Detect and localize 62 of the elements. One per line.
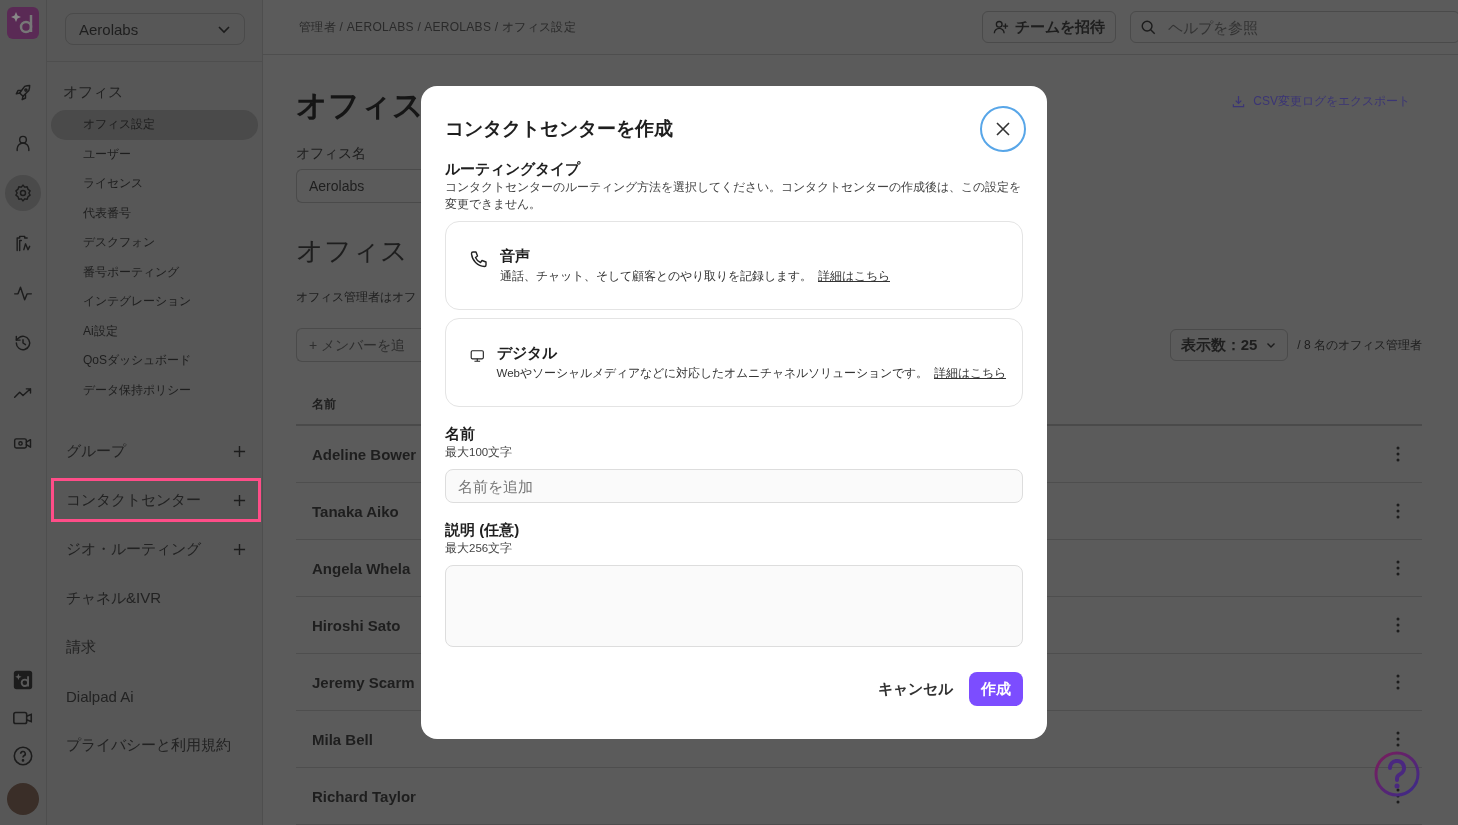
section-heading: オフィス [296, 235, 409, 268]
routing-type-label: ルーティングタイプ [445, 160, 582, 179]
app-logo-icon[interactable] [7, 7, 39, 39]
history-icon [13, 333, 33, 353]
help-icon[interactable] [12, 745, 34, 767]
more-options-icon[interactable] [1396, 503, 1400, 519]
app-logo-icon[interactable] [12, 669, 34, 691]
admin-name: Mila Bell [312, 730, 373, 748]
more-options-icon[interactable] [1396, 560, 1400, 576]
option-description: Webやソーシャルメディアなどに対応したオムニチャネルソリューションです。 [496, 366, 928, 381]
download-icon [1232, 95, 1246, 108]
option-title: デジタル [496, 344, 558, 363]
phone-icon [470, 250, 488, 268]
page-title: オフィス [296, 87, 420, 125]
gear-icon [13, 183, 33, 203]
cancel-button[interactable]: キャンセル [878, 673, 953, 705]
person-icon [13, 133, 33, 153]
more-options-icon[interactable] [1396, 788, 1400, 804]
more-options-icon[interactable] [1396, 674, 1400, 690]
invite-team-button[interactable]: チームを招待 [982, 11, 1116, 43]
name-hint: 最大100文字 [445, 445, 514, 460]
digital-routing-option[interactable]: デジタル Webやソーシャルメディアなどに対応したオムニチャネルソリューションです。 詳細はこちら [445, 318, 1023, 407]
dialog-title: コンタクトセンターを作成 [445, 117, 673, 141]
admin-name: Richard Taylor [312, 787, 416, 805]
option-title: 音声 [500, 247, 531, 266]
plus-icon[interactable] [233, 444, 246, 458]
admin-name: Angela Whela [312, 559, 411, 577]
monitor-icon [470, 347, 485, 365]
add-person-icon [993, 19, 1009, 35]
name-input-field[interactable]: 名前を追加 [445, 469, 1023, 503]
admin-name: Hiroshi Sato [312, 616, 401, 634]
close-icon [995, 121, 1011, 137]
admin-name: Tanaka Aiko [312, 502, 399, 520]
more-options-icon[interactable] [1396, 731, 1400, 747]
voice-routing-option[interactable]: 音声 通話、チャット、そして顧客とのやり取りを記録します。 詳細はこちら [445, 221, 1023, 310]
routing-type-description: コンタクトセンターのルーティング方法を選択してください。コンタクトセンターの作成後は、この設定を変更できません。 [445, 180, 1022, 212]
description-input-field[interactable] [445, 565, 1023, 647]
description-label: 説明 (任意) [445, 521, 521, 540]
more-options-icon[interactable] [1396, 617, 1400, 633]
contacts-icon [13, 233, 33, 253]
more-options-icon[interactable] [1396, 446, 1400, 462]
user-avatar[interactable] [7, 783, 39, 815]
plus-icon[interactable] [233, 493, 246, 507]
create-button[interactable]: 作成 [969, 672, 1023, 706]
admin-name: Adeline Bower [312, 445, 417, 463]
close-button[interactable] [980, 106, 1026, 152]
learn-more-link[interactable]: 詳細はこちら [934, 366, 1006, 381]
rocket-icon [13, 83, 33, 103]
description-hint: 最大256文字 [445, 541, 514, 556]
learn-more-link[interactable]: 詳細はこちら [818, 269, 890, 284]
page-size-select[interactable]: 表示数：25 [1169, 329, 1289, 361]
name-label: 名前 [445, 425, 476, 444]
gear-nav-button[interactable] [5, 175, 41, 211]
office-select[interactable]: Aerolabs [65, 13, 245, 45]
pulse-icon [13, 283, 33, 303]
column-header: 名前 [312, 395, 336, 413]
question-mark-icon [1373, 750, 1421, 798]
search-icon [1140, 19, 1156, 35]
admin-name: Jeremy Scarm [312, 673, 415, 691]
plus-icon[interactable] [233, 542, 246, 556]
option-description: 通話、チャット、そして顧客とのやり取りを記録します。 [500, 269, 812, 284]
help-button[interactable] [1372, 749, 1422, 799]
